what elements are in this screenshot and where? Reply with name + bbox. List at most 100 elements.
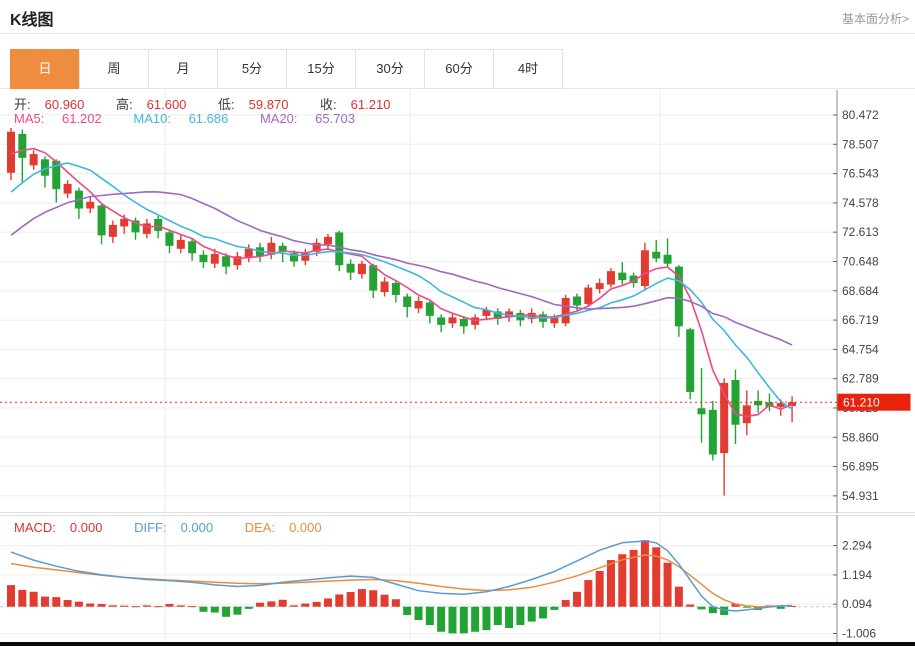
candle[interactable] — [652, 240, 660, 262]
macd-bar[interactable] — [618, 554, 626, 606]
macd-bar[interactable] — [256, 603, 264, 607]
candle[interactable] — [199, 250, 207, 268]
macd-bar[interactable] — [313, 602, 321, 607]
macd-bar[interactable] — [109, 605, 117, 606]
candle[interactable] — [562, 295, 570, 326]
macd-bar[interactable] — [460, 607, 468, 634]
candle[interactable] — [358, 261, 366, 279]
macd-bar[interactable] — [324, 598, 332, 606]
macd-bar[interactable] — [562, 600, 570, 607]
candle[interactable] — [664, 238, 672, 266]
macd-bar[interactable] — [98, 604, 106, 607]
candle[interactable] — [539, 311, 547, 327]
candle[interactable] — [437, 314, 445, 332]
candle[interactable] — [415, 296, 423, 312]
candle[interactable] — [709, 401, 717, 461]
candle[interactable] — [143, 219, 151, 238]
candle[interactable] — [301, 249, 309, 265]
candle[interactable] — [641, 243, 649, 289]
candle[interactable] — [30, 150, 38, 169]
macd-bar[interactable] — [154, 606, 162, 607]
macd-bar[interactable] — [52, 597, 60, 607]
candle[interactable] — [233, 252, 241, 270]
macd-bar[interactable] — [415, 607, 423, 620]
macd-bar[interactable] — [267, 601, 275, 606]
candle[interactable] — [86, 197, 94, 213]
macd-bar[interactable] — [290, 605, 298, 606]
macd-bar[interactable] — [448, 607, 456, 634]
candle[interactable] — [381, 277, 389, 296]
macd-bar[interactable] — [550, 607, 558, 610]
macd-bar[interactable] — [381, 595, 389, 607]
candle[interactable] — [18, 129, 26, 183]
tab-4hour[interactable]: 4时 — [493, 49, 563, 89]
candle[interactable] — [754, 390, 762, 412]
candle[interactable] — [347, 259, 355, 280]
macd-bar[interactable] — [143, 605, 151, 606]
macd-bar[interactable] — [528, 607, 536, 622]
macd-bar[interactable] — [30, 592, 38, 607]
macd-bar[interactable] — [335, 594, 343, 606]
macd-bar[interactable] — [75, 602, 83, 607]
candle[interactable] — [731, 370, 739, 445]
tab-week[interactable]: 周 — [79, 49, 149, 89]
tab-60min[interactable]: 60分 — [424, 49, 494, 89]
macd-bar[interactable] — [505, 607, 513, 628]
macd-bar[interactable] — [743, 607, 751, 608]
main-chart-canvas[interactable]: 80.47278.50776.54374.57872.61370.64868.6… — [0, 90, 915, 513]
macd-bar[interactable] — [437, 607, 445, 632]
tab-day[interactable]: 日 — [10, 49, 80, 89]
candle[interactable] — [267, 237, 275, 259]
candle[interactable] — [7, 128, 15, 180]
macd-bar[interactable] — [494, 607, 502, 625]
macd-bar[interactable] — [698, 607, 706, 610]
candle[interactable] — [188, 238, 196, 260]
macd-bar[interactable] — [177, 605, 185, 606]
candle[interactable] — [165, 229, 173, 253]
candle[interactable] — [618, 262, 626, 284]
candle[interactable] — [698, 368, 706, 443]
macd-bar[interactable] — [641, 540, 649, 607]
candle[interactable] — [607, 268, 615, 287]
tab-5min[interactable]: 5分 — [217, 49, 287, 89]
macd-bar[interactable] — [539, 607, 547, 619]
candle[interactable] — [686, 328, 694, 400]
macd-bar[interactable] — [573, 592, 581, 607]
candle[interactable] — [177, 235, 185, 253]
candle[interactable] — [256, 243, 264, 262]
macd-bar[interactable] — [245, 607, 253, 609]
macd-bar[interactable] — [686, 605, 694, 607]
candle[interactable] — [392, 280, 400, 302]
macd-bar[interactable] — [222, 607, 230, 617]
candle[interactable] — [471, 314, 479, 329]
macd-bar[interactable] — [7, 585, 15, 607]
macd-bar[interactable] — [279, 600, 287, 607]
candle[interactable] — [720, 379, 728, 496]
candle[interactable] — [64, 180, 72, 198]
macd-bar[interactable] — [301, 604, 309, 607]
macd-bar[interactable] — [233, 607, 241, 615]
candle[interactable] — [448, 313, 456, 328]
candle[interactable] — [494, 308, 502, 324]
candle[interactable] — [324, 234, 332, 249]
tab-month[interactable]: 月 — [148, 49, 218, 89]
macd-bar[interactable] — [426, 607, 434, 625]
macd-bar[interactable] — [347, 592, 355, 607]
candle[interactable] — [788, 396, 796, 422]
macd-bar[interactable] — [675, 587, 683, 607]
macd-bar[interactable] — [516, 607, 524, 625]
macd-bar[interactable] — [403, 607, 411, 615]
macd-bar[interactable] — [358, 589, 366, 607]
tab-15min[interactable]: 15分 — [286, 49, 356, 89]
macd-bar[interactable] — [369, 590, 377, 607]
tab-30min[interactable]: 30分 — [355, 49, 425, 89]
macd-bar[interactable] — [211, 607, 219, 613]
candle[interactable] — [98, 204, 106, 244]
macd-bar[interactable] — [607, 560, 615, 607]
candle[interactable] — [109, 220, 117, 242]
macd-bar[interactable] — [199, 607, 207, 612]
macd-bar[interactable] — [165, 604, 173, 607]
macd-bar[interactable] — [664, 563, 672, 607]
fundamental-analysis-link[interactable]: 基本面分析> — [842, 10, 909, 27]
candle[interactable] — [41, 156, 49, 187]
